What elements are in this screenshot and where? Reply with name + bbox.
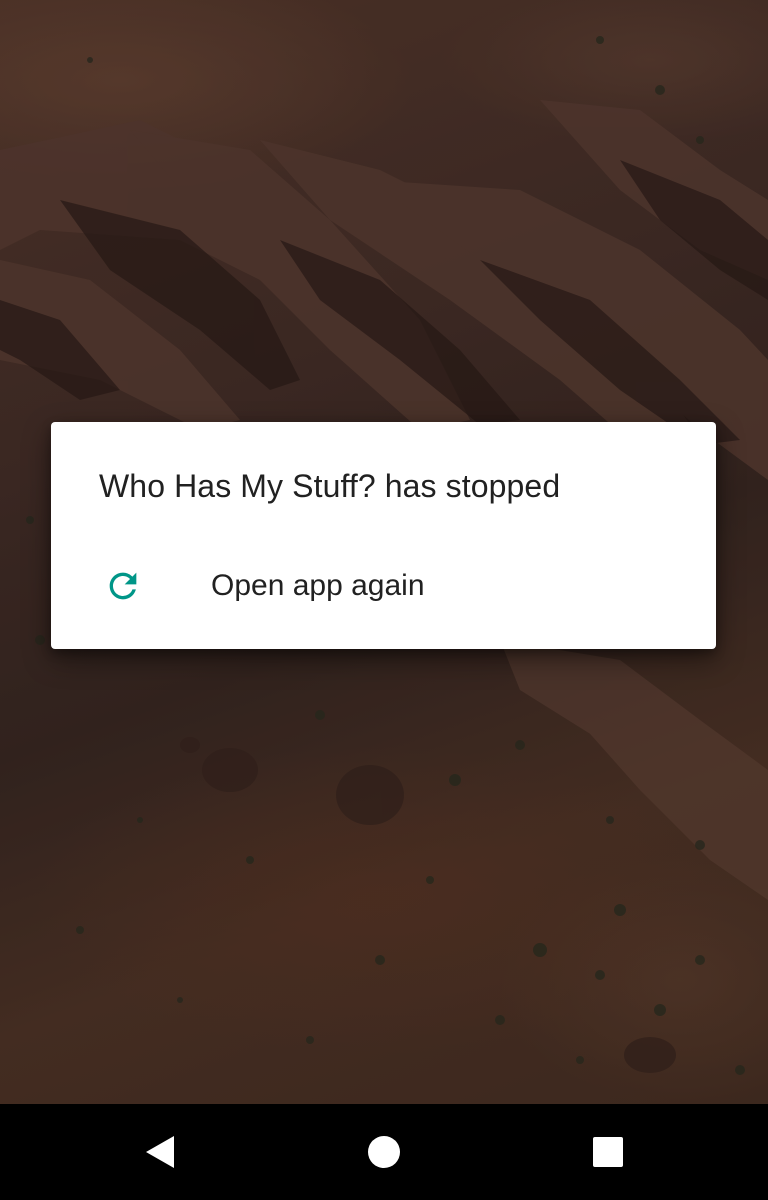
refresh-icon — [109, 572, 137, 600]
open-app-again-label: Open app again — [211, 569, 425, 602]
app-crash-dialog: Who Has My Stuff? has stopped Open app a… — [51, 422, 716, 649]
dialog-title: Who Has My Stuff? has stopped — [99, 468, 561, 504]
back-icon — [146, 1136, 174, 1168]
open-app-again-button[interactable]: Open app again — [51, 550, 716, 622]
home-button[interactable] — [360, 1128, 408, 1176]
screen: Who Has My Stuff? has stopped Open app a… — [0, 0, 768, 1200]
home-icon — [368, 1136, 400, 1168]
recents-button[interactable] — [584, 1128, 632, 1176]
back-button[interactable] — [136, 1128, 184, 1176]
recents-icon — [593, 1137, 623, 1167]
navigation-bar — [0, 1104, 768, 1200]
